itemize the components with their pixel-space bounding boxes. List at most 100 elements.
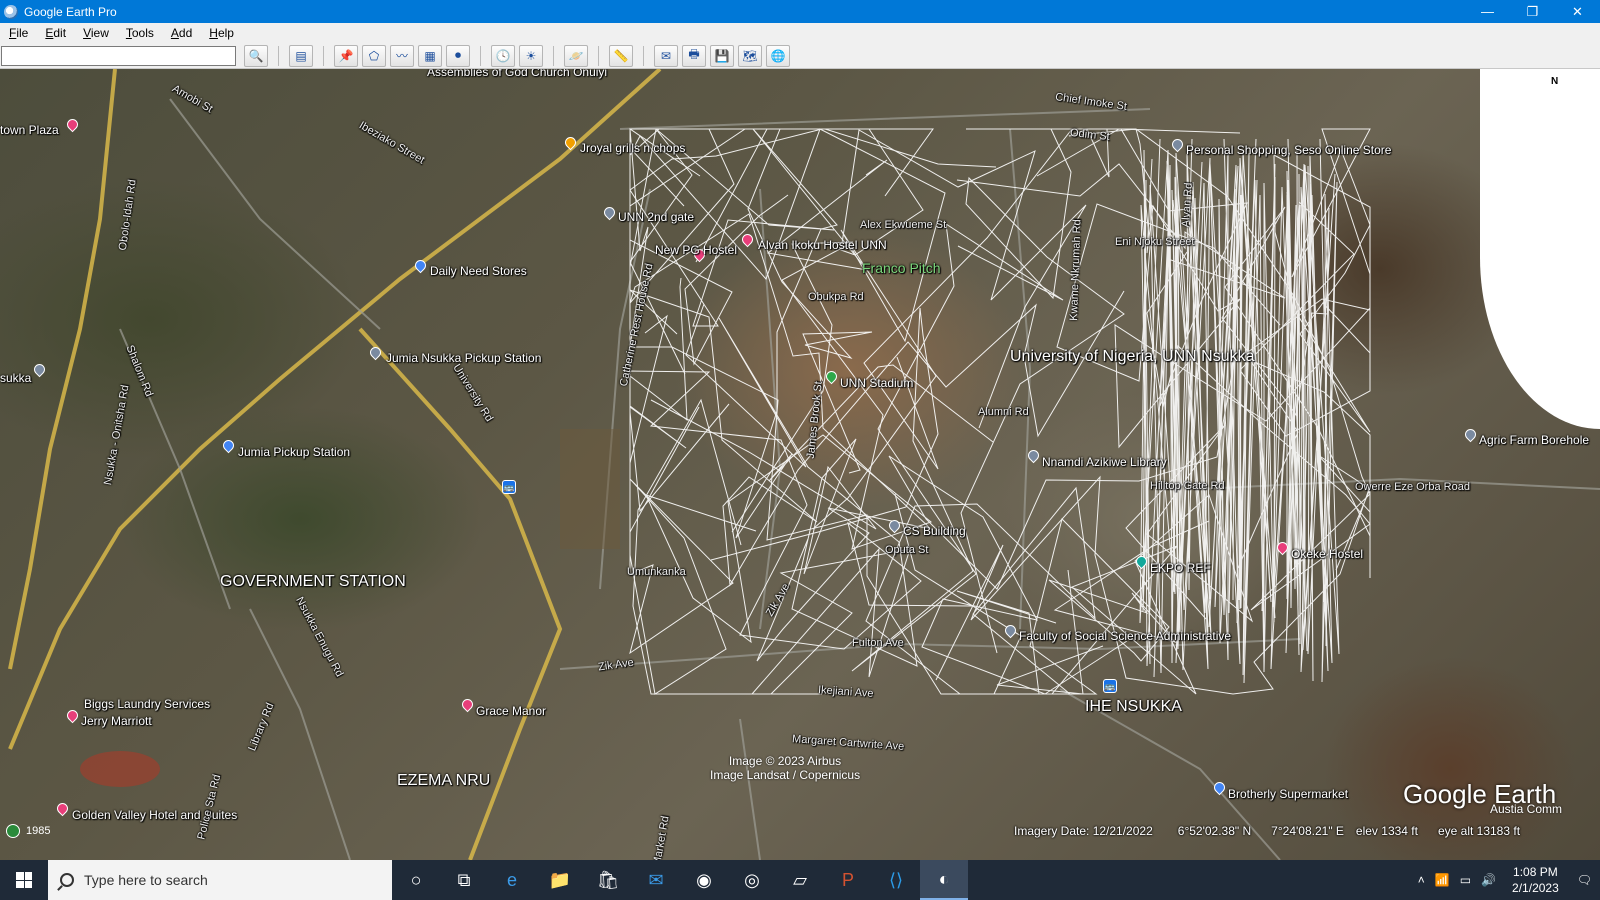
- place-label[interactable]: New PG Hostel: [655, 243, 737, 257]
- place-label[interactable]: Nnamdi Azikiwe Library: [1042, 455, 1167, 469]
- sunlight-icon[interactable]: ☀: [519, 44, 543, 67]
- track-segment: [629, 140, 789, 422]
- menu-view[interactable]: View: [74, 26, 117, 40]
- edge-icon[interactable]: e: [488, 860, 536, 900]
- bus-stop-icon[interactable]: 🚌: [1103, 679, 1117, 693]
- place-label[interactable]: Grace Manor: [476, 704, 546, 718]
- toolbar-separator: [278, 45, 279, 66]
- volume-icon[interactable]: 🔊: [1481, 873, 1496, 887]
- restore-button[interactable]: ❐: [1510, 0, 1555, 23]
- place-label[interactable]: EKPO REF: [1150, 561, 1211, 575]
- wifi-icon[interactable]: 📶: [1435, 873, 1450, 887]
- place-label[interactable]: Franco Pitch: [862, 260, 941, 276]
- cortana-icon[interactable]: ○: [392, 860, 440, 900]
- place-label[interactable]: UNN 2nd gate: [618, 210, 694, 224]
- chrome-icon[interactable]: ◉: [680, 860, 728, 900]
- eye-altitude: eye alt 13183 ft: [1437, 824, 1521, 838]
- powerpoint-icon[interactable]: P: [824, 860, 872, 900]
- minimize-button[interactable]: —: [1465, 0, 1510, 23]
- menu-file[interactable]: File: [0, 26, 36, 40]
- battery-icon[interactable]: ▭: [1460, 873, 1471, 887]
- taskbar: Type here to search ○ ⧉ e 📁 🛍 ✉ ◉ ◎ ▱ P …: [0, 860, 1600, 900]
- close-button[interactable]: ✕: [1555, 0, 1600, 23]
- historical-imagery-icon[interactable]: 🕓: [491, 44, 515, 67]
- record-tour-icon[interactable]: ⏺: [446, 44, 470, 67]
- place-label[interactable]: Jerry Marriott: [81, 714, 152, 728]
- place-label[interactable]: University of Nigeria, UNN Nsukka: [1010, 348, 1255, 366]
- file-explorer-icon[interactable]: 📁: [536, 860, 584, 900]
- place-label[interactable]: Brotherly Supermarket: [1228, 787, 1348, 801]
- place-label[interactable]: sukka: [0, 371, 31, 385]
- place-label[interactable]: Okeke Hostel: [1291, 547, 1363, 561]
- taskbar-search-placeholder: Type here to search: [84, 872, 208, 888]
- place-label[interactable]: IHE NSUKKA: [1085, 698, 1182, 716]
- add-path-icon[interactable]: 〰: [390, 44, 414, 67]
- latitude: 6°52'02.38" N: [1177, 824, 1252, 838]
- clock-time: 1:08 PM: [1513, 865, 1558, 879]
- place-label[interactable]: Assemblies of God Church Onuiyi: [427, 69, 607, 79]
- google-earth-icon[interactable]: ◐: [920, 860, 968, 900]
- switch-planet-icon[interactable]: 🪐: [564, 44, 588, 67]
- place-label[interactable]: Agric Farm Borehole: [1479, 433, 1589, 447]
- menu-help[interactable]: Help: [200, 26, 242, 40]
- place-label[interactable]: Daily Need Stores: [430, 264, 527, 278]
- store-icon[interactable]: 🛍: [584, 860, 632, 900]
- place-label[interactable]: Alvan Ikoku Hostel UNN: [758, 238, 887, 252]
- place-label[interactable]: town Plaza: [0, 123, 59, 137]
- menu-add[interactable]: Add: [162, 26, 200, 40]
- place-label[interactable]: GOVERNMENT STATION: [220, 573, 406, 591]
- bus-stop-icon[interactable]: 🚌: [502, 480, 516, 494]
- place-label[interactable]: Faculty of Social Science Administrative: [1019, 629, 1231, 643]
- save-image-icon[interactable]: 💾: [710, 44, 734, 67]
- track-segment: [1208, 138, 1242, 665]
- place-label[interactable]: CS Building: [903, 524, 966, 538]
- chevron-up-icon[interactable]: ˄: [1418, 873, 1425, 887]
- place-label[interactable]: EZEMA NRU: [397, 772, 490, 790]
- notepad-icon[interactable]: ▱: [776, 860, 824, 900]
- ruler-icon[interactable]: 📏: [609, 44, 633, 67]
- toolbar-separator: [598, 45, 599, 66]
- title-bar: Google Earth Pro — ❐ ✕: [0, 0, 1600, 23]
- road-label: Umunkanka: [627, 566, 686, 578]
- sidebar-toggle-icon[interactable]: ▤: [289, 44, 313, 67]
- place-label[interactable]: Jroyal grills n chops: [580, 141, 685, 155]
- toolbar: 🔍 ▤ 📌 ⬠ 〰 ▦ ⏺ 🕓 ☀ 🪐 📏 ✉ 🖶 💾 🗺 🌐: [0, 43, 1600, 69]
- add-image-overlay-icon[interactable]: ▦: [418, 44, 442, 67]
- search-icon: [60, 873, 74, 887]
- track-segment: [1139, 138, 1181, 678]
- email-icon[interactable]: ✉: [654, 44, 678, 67]
- place-label[interactable]: Biggs Laundry Services: [84, 697, 210, 711]
- obolo-road: [8, 69, 117, 670]
- place-label[interactable]: Personal Shopping, Seso Online Store: [1186, 143, 1391, 157]
- mail-icon[interactable]: ✉: [632, 860, 680, 900]
- map-viewport[interactable]: N Assemblies of God Church Onuiyi Chief …: [0, 69, 1600, 860]
- north-indicator[interactable]: N: [1551, 76, 1558, 87]
- start-button[interactable]: [0, 860, 48, 900]
- search-input[interactable]: [1, 45, 236, 66]
- track-segment: [1236, 138, 1276, 684]
- print-icon[interactable]: 🖶: [682, 44, 706, 67]
- menu-tools[interactable]: Tools: [117, 26, 162, 40]
- add-placemark-icon[interactable]: 📌: [334, 44, 358, 67]
- road-label: Alex Ekwueme St: [860, 219, 947, 231]
- track-segment: [632, 398, 911, 695]
- logo-subtext: Austia Comm: [1490, 802, 1563, 816]
- menu-edit[interactable]: Edit: [36, 26, 74, 40]
- window-title: Google Earth Pro: [24, 4, 117, 19]
- task-view-icon[interactable]: ⧉: [440, 860, 488, 900]
- search-icon[interactable]: 🔍: [244, 44, 268, 67]
- place-label[interactable]: Jumia Nsukka Pickup Station: [386, 351, 541, 365]
- place-label[interactable]: Jumia Pickup Station: [238, 445, 350, 459]
- chrome-profile-icon[interactable]: ◎: [728, 860, 776, 900]
- clock[interactable]: 1:08 PM 2/1/2023: [1512, 864, 1559, 896]
- clock-date: 2/1/2023: [1512, 881, 1559, 895]
- earth-icon[interactable]: 🌐: [766, 44, 790, 67]
- taskbar-search[interactable]: Type here to search: [48, 860, 392, 900]
- menu-bar: File Edit View Tools Add Help: [0, 23, 1600, 43]
- view-maps-icon[interactable]: 🗺: [738, 44, 762, 67]
- vscode-icon[interactable]: ⟨⟩: [872, 860, 920, 900]
- place-label[interactable]: UNN Stadium: [840, 376, 913, 390]
- add-polygon-icon[interactable]: ⬠: [362, 44, 386, 67]
- windows-icon: [16, 872, 32, 888]
- notification-icon[interactable]: 🗨: [1577, 873, 1592, 887]
